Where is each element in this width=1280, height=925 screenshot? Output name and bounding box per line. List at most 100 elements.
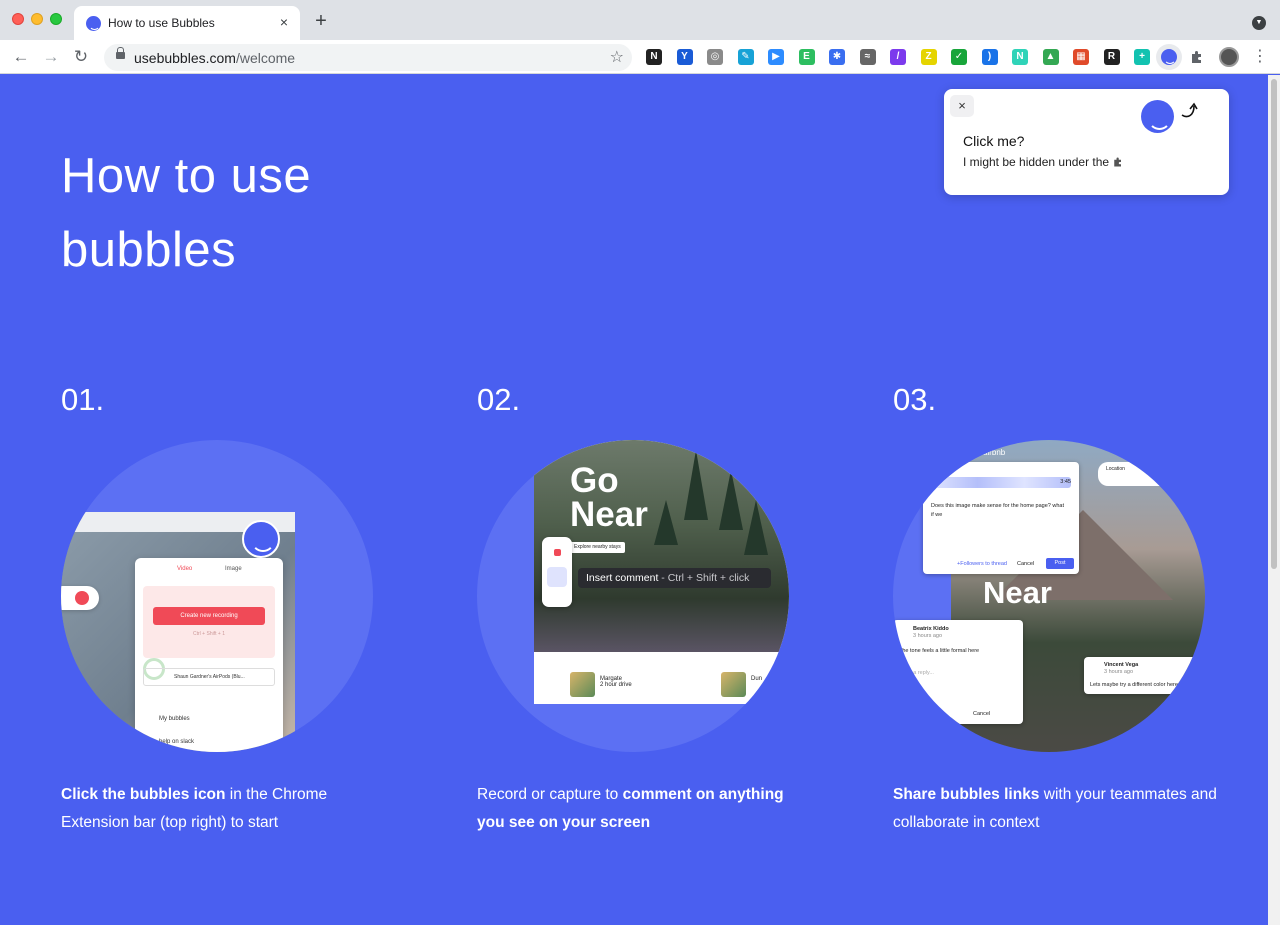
tooltip-keys: - Ctrl + Shift + click xyxy=(658,572,750,584)
location-chip: Location xyxy=(1098,462,1205,486)
step-number: 02. xyxy=(477,382,521,417)
shortcut-hint: Ctrl + Shift + 1 xyxy=(193,631,225,637)
forward-button[interactable]: → xyxy=(40,46,62,68)
tab-strip: How to use Bubbles × + ▼ xyxy=(0,0,1280,40)
post-button: Post xyxy=(1046,558,1074,569)
record-icon xyxy=(554,549,561,556)
popup-text: I might be hidden under the xyxy=(963,155,1124,169)
back-button[interactable]: ← xyxy=(10,46,32,68)
tree-shape xyxy=(684,450,708,520)
url-host: usebubbles.com xyxy=(134,50,236,66)
comment-icon xyxy=(547,567,567,587)
step-1-description: Click the bubbles icon in the Chrome Ext… xyxy=(61,781,391,837)
page-title: How to use bubbles xyxy=(61,149,312,277)
extensions-puzzle-icon[interactable] xyxy=(1189,49,1205,65)
reply-input: Write a reply... xyxy=(899,670,934,676)
destination-card: Margate 2 hour drive xyxy=(600,676,632,688)
cancel-button: Cancel xyxy=(1017,561,1035,567)
reply-panel: Beatrix Kiddo 3 hours ago The tone feels… xyxy=(893,620,1023,724)
user-comment: The tone feels a little formal here xyxy=(899,648,980,654)
reload-button[interactable]: ↻ xyxy=(70,46,92,68)
drive-icon[interactable]: ▲ xyxy=(1042,49,1059,65)
curved-arrow-icon xyxy=(1181,102,1198,118)
plus-circle-icon[interactable]: + xyxy=(1134,49,1150,65)
lock-icon[interactable] xyxy=(116,47,125,59)
comment-text: Does this image make sense for the home … xyxy=(931,503,1064,518)
bubbles-logo-icon xyxy=(1141,100,1174,133)
help-link: help on slack xyxy=(159,739,195,745)
step-3-illustration: airbnb Near Location 3:45 Does this imag… xyxy=(893,440,1205,752)
maximize-window-button[interactable] xyxy=(50,13,62,25)
edit-icon[interactable]: ✎ xyxy=(737,49,754,65)
tab-how-to-use-bubbles[interactable]: How to use Bubbles × xyxy=(74,6,300,40)
search-icon xyxy=(75,591,89,605)
user-name: Vincent Vega xyxy=(1104,662,1139,668)
feather-icon[interactable]: / xyxy=(890,49,906,65)
minimize-window-button[interactable] xyxy=(31,13,43,25)
grid-icon[interactable]: ▦ xyxy=(1073,49,1089,65)
popup-close-button[interactable]: × xyxy=(950,95,974,117)
create-recording-button: Create new recording xyxy=(153,607,265,625)
comment-panel: 3:45 Does this image make sense for the … xyxy=(923,462,1079,574)
page-scrollbar[interactable] xyxy=(1268,75,1280,925)
tab-close-icon[interactable]: × xyxy=(276,14,292,30)
tree-shape xyxy=(744,500,768,555)
tree-shape xyxy=(719,470,743,530)
n-icon[interactable]: N xyxy=(1012,49,1028,65)
bubbles-extension-button[interactable] xyxy=(1156,44,1182,70)
tree-shape xyxy=(654,500,678,545)
step-2-illustration: Go Near Explore nearby stays Margate 2 hou… xyxy=(477,440,789,752)
step-1-bold: Click the bubbles icon xyxy=(61,786,226,803)
bird-icon[interactable]: ≈ xyxy=(859,49,876,65)
recording-panel: Video Image Create new recording Ctrl + … xyxy=(135,558,283,752)
brand-label: airbnb xyxy=(983,448,1006,457)
tab-video: Video xyxy=(177,566,193,572)
tab-search-icon[interactable]: ▼ xyxy=(1252,16,1266,30)
destination-thumbnail xyxy=(570,672,595,697)
card-sub: 2 hour drive xyxy=(600,682,632,688)
scrollbar-thumb[interactable] xyxy=(1271,79,1277,569)
vimeo-icon[interactable]: Y xyxy=(676,49,693,65)
camera-icon[interactable]: ◎ xyxy=(707,49,723,65)
check-icon[interactable]: ✓ xyxy=(951,49,967,65)
tab-image: Image xyxy=(225,566,242,572)
address-bar[interactable]: usebubbles.com/welcome ☆ xyxy=(104,44,632,71)
step-2-text: Record or capture to xyxy=(477,786,623,803)
user-name: Beatrix Kiddo xyxy=(913,626,949,632)
bubbles-extension-icon xyxy=(1161,49,1177,65)
zoom-icon[interactable]: ▶ xyxy=(768,49,784,65)
tooltip-main: Insert comment xyxy=(586,572,659,584)
url-path: /welcome xyxy=(235,50,296,66)
bubbles-logo-icon xyxy=(242,520,280,558)
capture-toolbar xyxy=(542,537,572,607)
new-tab-button[interactable]: + xyxy=(311,11,331,31)
wifi-icon[interactable]: ) xyxy=(981,49,998,65)
close-window-button[interactable] xyxy=(12,13,24,25)
user-time: 3 hours ago xyxy=(913,633,943,639)
followers-label: +Followers to thread xyxy=(957,561,1007,567)
click-me-popup: × Click me? I might be hidden under the xyxy=(944,89,1229,195)
z-icon[interactable]: Z xyxy=(920,49,937,65)
cancel-button: Cancel xyxy=(973,711,991,717)
notion-icon[interactable]: N xyxy=(646,49,662,65)
step-3-bold: Share bubbles links xyxy=(893,786,1040,803)
step-number: 03. xyxy=(893,382,937,417)
evernote-icon[interactable]: E xyxy=(798,49,815,65)
near-title: Near xyxy=(983,575,1052,610)
comment-card: Vincent Vega 3 hours ago Lets maybe try … xyxy=(1084,657,1204,694)
browser-menu-icon[interactable]: ⋮ xyxy=(1252,46,1268,68)
step-2-description: Record or capture to comment on anything… xyxy=(477,781,807,837)
bookmark-star-icon[interactable]: ☆ xyxy=(610,47,624,67)
insert-comment-tooltip: Insert comment - Ctrl + Shift + click xyxy=(578,568,771,588)
search-pill xyxy=(61,586,99,610)
user-time: 3 hours ago xyxy=(1104,669,1134,675)
r-icon[interactable]: R xyxy=(1103,49,1120,65)
bubbles-favicon-icon xyxy=(86,16,101,31)
go-near-title: Go Near xyxy=(570,463,648,534)
url-text: usebubbles.com/welcome xyxy=(134,50,295,66)
asterisk-icon[interactable]: ✱ xyxy=(829,49,845,65)
popup-title: Click me? xyxy=(963,133,1025,149)
title-line-2: Near xyxy=(570,495,648,534)
destination-card: Dun xyxy=(751,676,763,682)
profile-avatar[interactable] xyxy=(1219,47,1239,67)
